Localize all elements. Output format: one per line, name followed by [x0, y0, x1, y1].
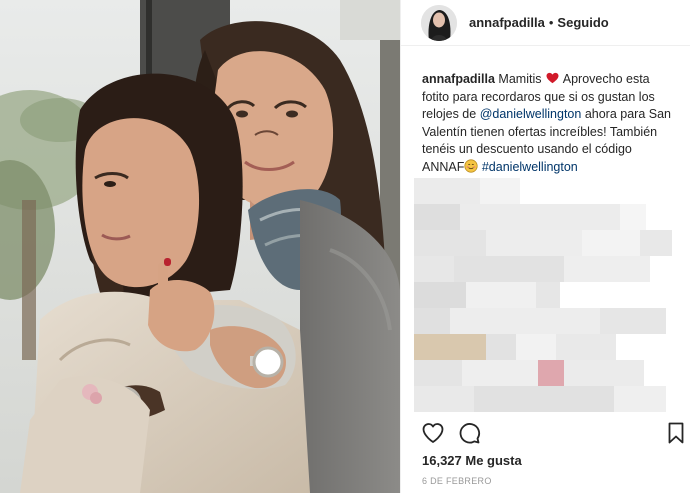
post-caption: annafpadilla Mamitis Aprovecho esta foti… — [422, 71, 676, 176]
action-bar — [400, 420, 690, 448]
comment-bubble-icon — [459, 423, 481, 444]
caption-text-1: Mamitis — [498, 72, 542, 86]
red-heart-icon — [546, 72, 559, 84]
post-photo[interactable] — [0, 0, 400, 493]
instagram-post: annafpadilla • Seguido annafpadilla Mami… — [0, 0, 690, 493]
save-button[interactable] — [663, 420, 689, 446]
like-button[interactable] — [420, 420, 446, 446]
bookmark-icon — [668, 422, 684, 444]
mention-link[interactable]: @danielwellington — [480, 107, 582, 121]
comment-button[interactable] — [456, 420, 482, 446]
smiling-face-icon — [464, 158, 478, 173]
profile-avatar[interactable] — [421, 4, 457, 41]
header-username[interactable]: annafpadilla — [469, 15, 545, 30]
hashtag-link[interactable]: #danielwellington — [482, 160, 578, 174]
follow-status-button[interactable]: Seguido — [557, 15, 608, 30]
post-header: annafpadilla • Seguido — [401, 0, 690, 46]
blurred-comments — [414, 178, 672, 412]
like-count[interactable]: 16,327 Me gusta — [422, 453, 522, 468]
heart-outline-icon — [422, 423, 444, 443]
caption-username[interactable]: annafpadilla — [422, 72, 495, 86]
header-separator: • — [548, 15, 554, 30]
post-date[interactable]: 6 de febrero — [422, 476, 492, 486]
